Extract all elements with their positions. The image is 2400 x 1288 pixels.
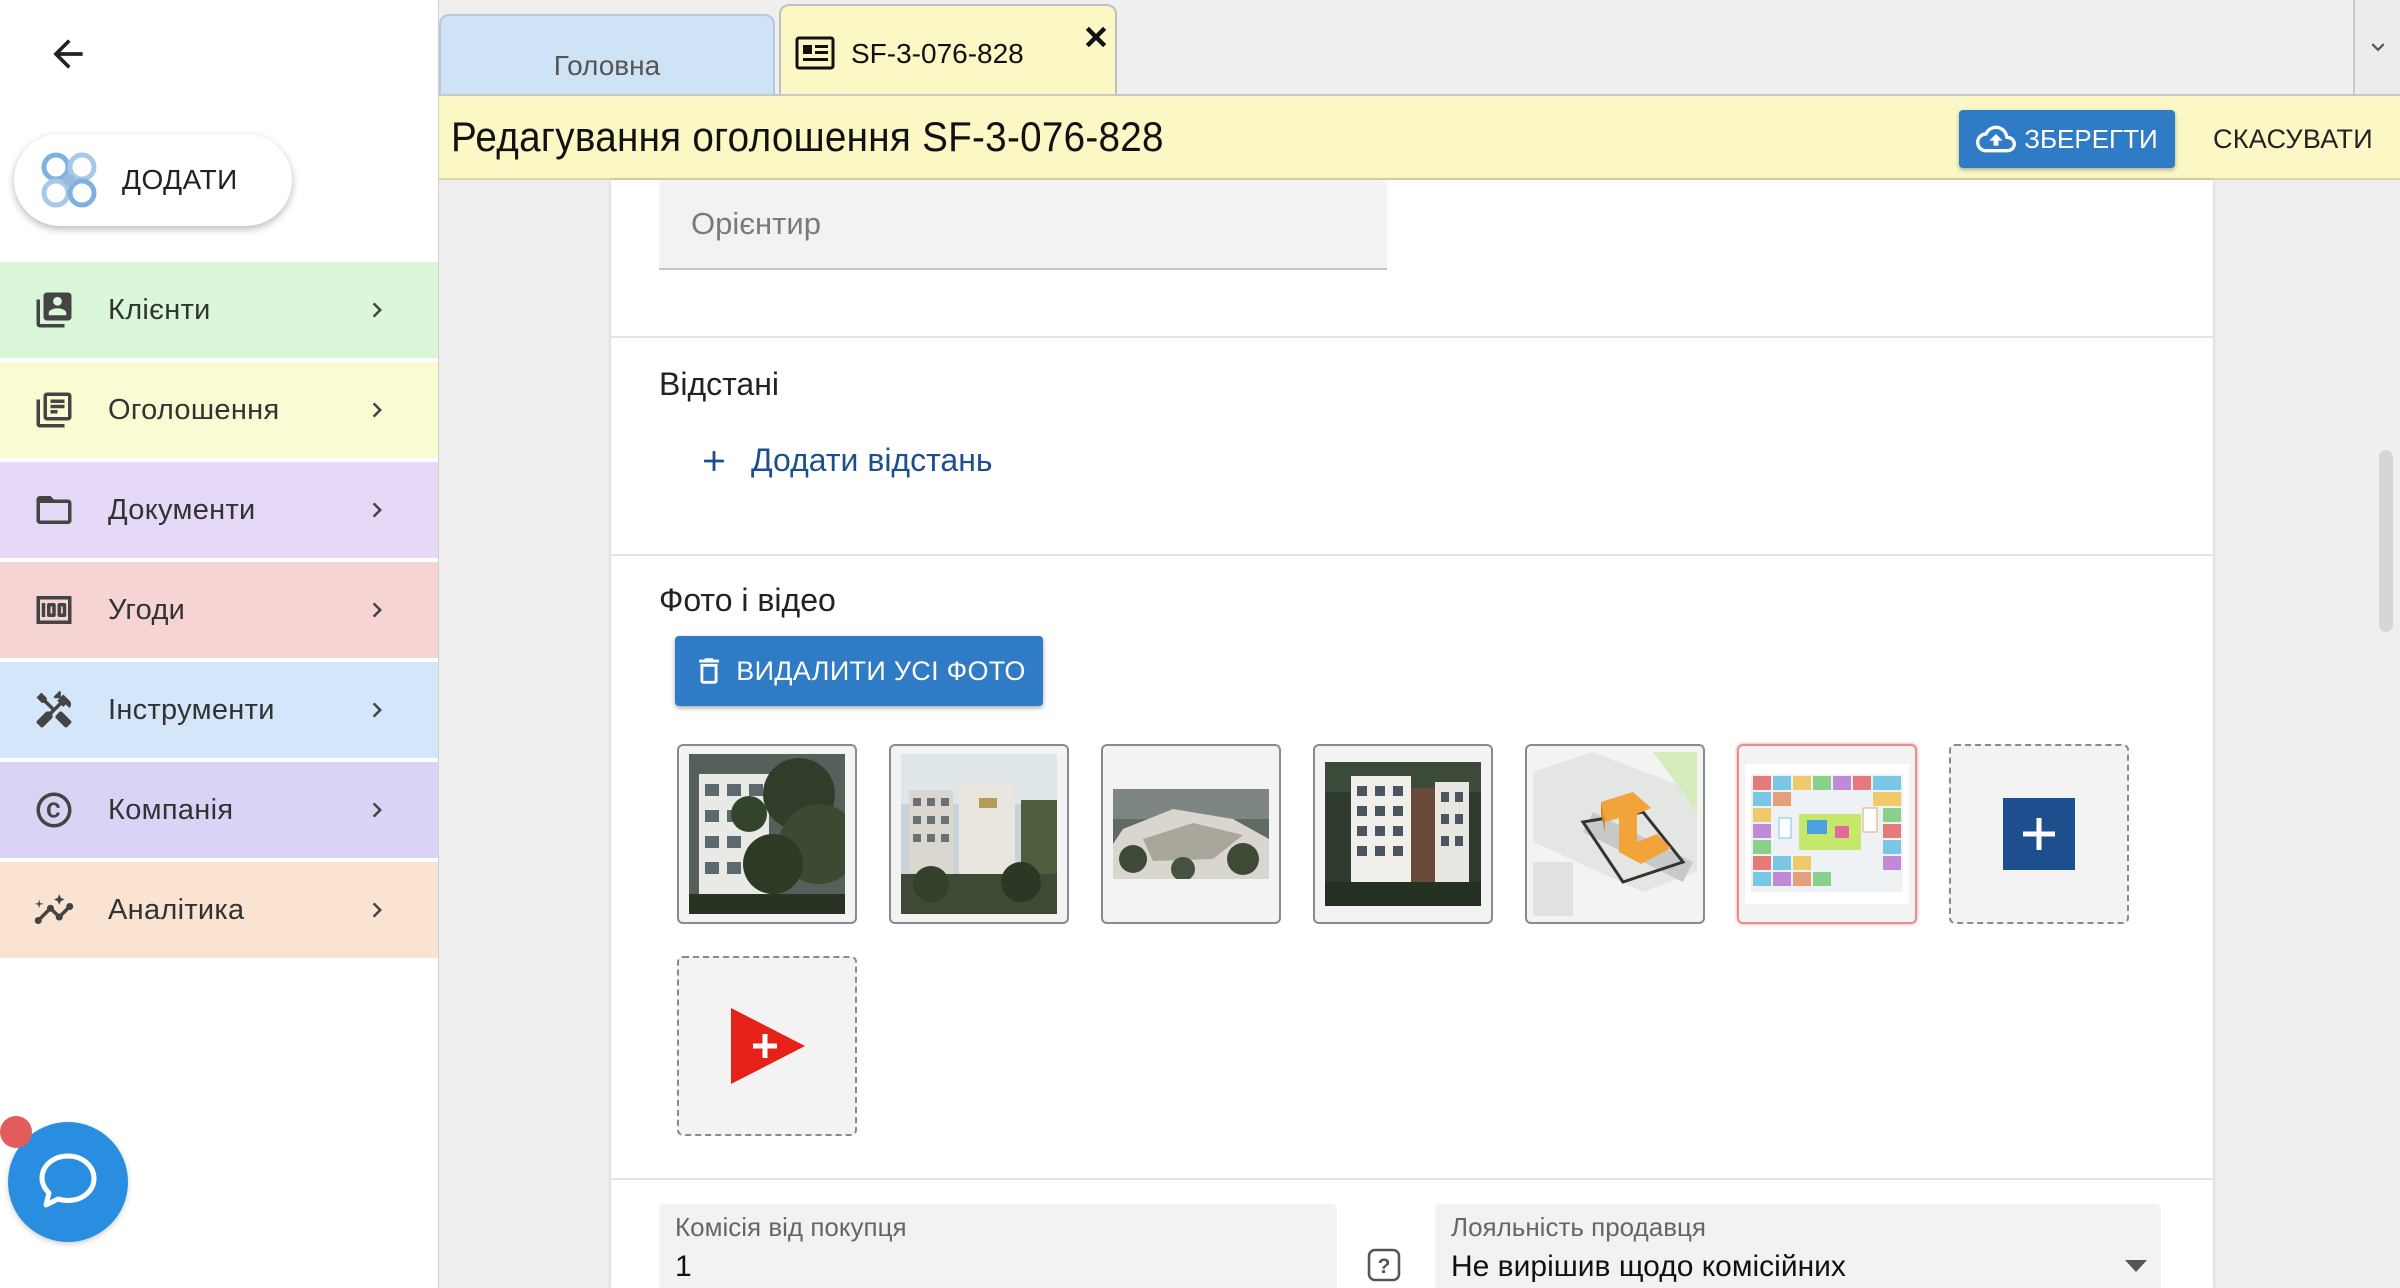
distances-title: Відстані [659,366,779,402]
video-add-icon [731,1008,805,1084]
clients-icon [36,292,72,328]
nav-item-listings[interactable]: Оголошення [0,362,438,458]
nav-item-clients[interactable]: Клієнти [0,262,438,358]
nav-item-tools[interactable]: Інструменти [0,662,438,758]
copyright-icon [36,792,72,828]
sidebar: ДОДАТИ Клієнти Оголошення Документи Угод… [0,0,438,1288]
nav-label-documents: Документи [108,493,256,526]
main-area: Головна SF-3-076-828 Редагування оголоше… [438,0,2400,1288]
analytics-icon [34,894,74,924]
chevron-right-icon [372,802,382,818]
cloud-upload-icon [1976,125,2017,153]
divider [611,336,2213,338]
photo-thumbnail-selected[interactable] [1737,744,1917,924]
seller-loyalty-label: Лояльність продавця [1451,1212,1706,1242]
photo-6-image [1745,764,1909,904]
notification-dot [0,1116,32,1148]
nav-item-company[interactable]: Компанія [0,762,438,858]
nav-item-documents[interactable]: Документи [0,462,438,558]
photos-title: Фото і відео [659,582,836,618]
dropdown-arrow-icon [2125,1260,2147,1272]
add-button[interactable]: ДОДАТИ [14,134,292,226]
chevron-right-icon [372,602,382,618]
add-photo-button[interactable] [1949,744,2129,924]
tab-listing[interactable]: SF-3-076-828 [779,4,1117,96]
trash-icon [699,658,720,684]
chevron-right-icon [372,402,382,418]
chevron-right-icon [372,902,382,918]
chevron-right-icon [372,302,382,318]
chevron-right-icon [372,502,382,518]
money-icon [36,596,72,624]
nav-label-tools: Інструменти [108,693,275,726]
delete-all-label: ВИДАЛИТИ УСІ ФОТО [736,655,1026,686]
folder-icon [36,496,72,524]
tab-listing-label: SF-3-076-828 [851,38,1024,69]
form-panel: Відстані Додати відстань Фото і відео ВИ… [611,180,2213,1288]
page-header: Редагування оголошення SF-3-076-828 ЗБЕР… [439,94,2400,180]
photo-thumbnail[interactable] [1101,744,1281,924]
listings-icon [36,392,72,428]
nav-label-deals: Угоди [108,593,186,626]
photo-thumbnail[interactable] [677,744,857,924]
commission-field[interactable]: Комісія від покупця 1 [659,1204,1337,1288]
main-nav: Клієнти Оголошення Документи Угоди Інстр… [0,262,438,962]
add-button-label: ДОДАТИ [122,164,238,195]
delete-all-photos-button[interactable]: ВИДАЛИТИ УСІ ФОТО [675,636,1043,706]
nav-label-analytics: Аналітика [108,893,245,926]
photo-thumbnail[interactable] [889,744,1069,924]
divider [611,1178,2213,1180]
close-icon[interactable] [1083,24,1109,50]
add-video-button[interactable] [677,956,857,1136]
help-icon[interactable]: ? [1367,1248,1401,1282]
seller-loyalty-value: Не вирішив щодо комісійних [1451,1250,1846,1283]
photo-5-image [1533,752,1697,916]
tab-bar: Головна SF-3-076-828 [439,0,2400,96]
add-distance-button[interactable]: Додати відстань [697,442,993,479]
nav-label-listings: Оголошення [108,393,280,426]
save-button-label: ЗБЕРЕГТИ [2024,123,2158,154]
landmark-input[interactable] [659,180,1387,268]
seller-loyalty-select[interactable]: Лояльність продавця Не вирішив щодо комі… [1435,1204,2161,1288]
photo-thumbnail[interactable] [1525,744,1705,924]
nav-label-clients: Клієнти [108,293,211,326]
listing-card-icon [795,36,835,70]
chat-bubble-icon [39,1153,97,1208]
photo-4-image [1325,762,1481,906]
plus-icon [704,450,724,471]
chevron-right-icon [372,702,382,718]
commission-label: Комісія від покупця [675,1212,907,1242]
nav-item-analytics[interactable]: Аналітика [0,862,438,958]
nav-item-deals[interactable]: Угоди [0,562,438,658]
page-title: Редагування оголошення SF-3-076-828 [451,113,1164,160]
tabs-dropdown-button[interactable] [2353,0,2400,94]
plus-square-icon [2003,798,2075,870]
landmark-field [659,180,1387,270]
photo-1-image [689,754,845,914]
tab-home-label: Головна [553,50,661,81]
commission-value: 1 [675,1250,692,1283]
add-logo-icon [41,152,97,208]
tools-icon [36,690,72,728]
photo-3-image [1113,789,1269,879]
tab-home[interactable]: Головна [439,14,775,94]
scrollbar-thumb[interactable] [2379,450,2393,632]
photo-2-image [901,754,1057,914]
cancel-button[interactable]: СКАСУВАТИ [2203,110,2383,168]
arrow-left-icon [53,39,83,69]
add-distance-label: Додати відстань [751,442,993,478]
chevron-down-icon [2371,43,2385,52]
divider [611,554,2213,556]
back-button[interactable] [40,26,96,82]
save-button[interactable]: ЗБЕРЕГТИ [1959,110,2175,168]
nav-label-company: Компанія [108,793,234,826]
svg-text:?: ? [1378,1255,1391,1278]
photo-thumbnail[interactable] [1313,744,1493,924]
